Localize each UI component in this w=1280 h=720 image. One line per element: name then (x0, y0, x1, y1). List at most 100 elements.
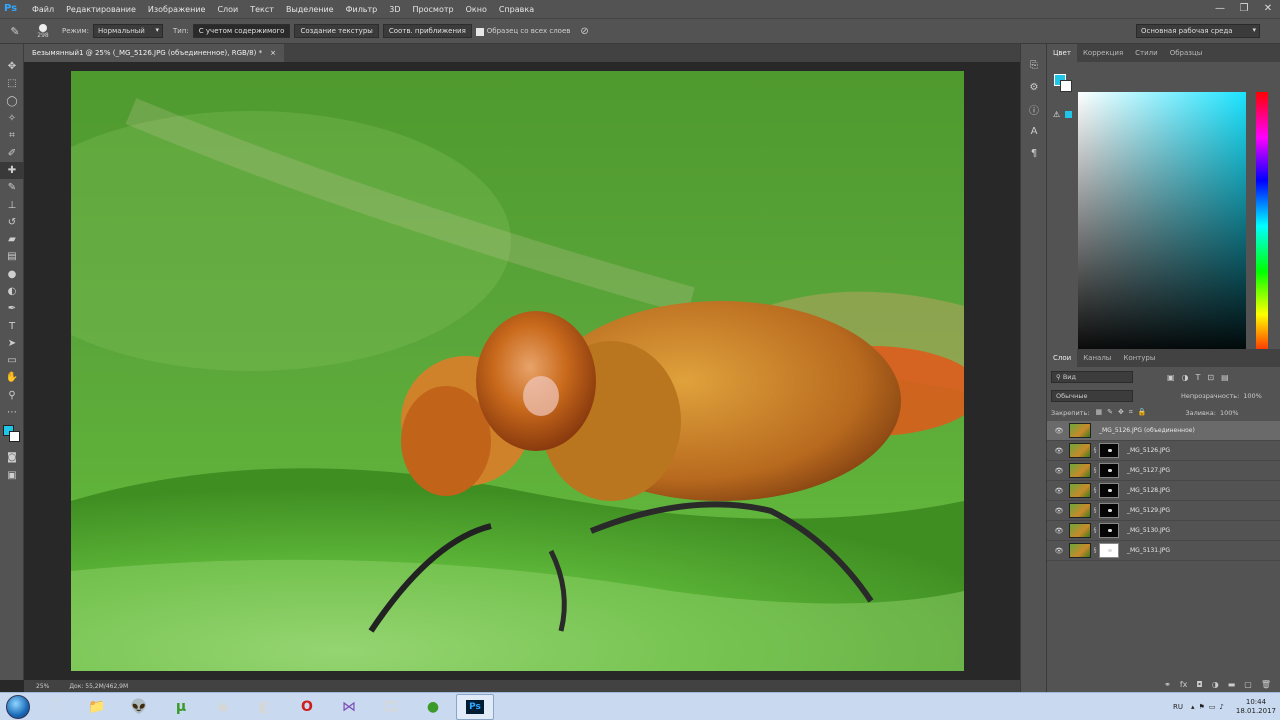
android-icon[interactable]: ● (414, 694, 452, 720)
media-app-icon[interactable]: 🎞 (372, 694, 410, 720)
tab-adjustments[interactable]: Коррекция (1077, 44, 1129, 62)
visibility-eye-icon[interactable]: 👁 (1051, 427, 1067, 435)
sample-all-checkbox[interactable] (475, 28, 484, 36)
layer-mask-thumbnail[interactable] (1099, 503, 1119, 518)
utorrent-icon[interactable]: µ (162, 694, 200, 720)
menu-image[interactable]: Изображение (142, 5, 212, 14)
info-panel-icon[interactable]: ⓘ (1021, 98, 1047, 120)
start-button[interactable] (0, 693, 36, 720)
layer-filter-icons[interactable]: ▣◑T⊡▤ (1167, 373, 1236, 382)
trash-icon[interactable]: 🗑 (1261, 680, 1271, 689)
crop-tool-icon[interactable]: ⌗ (0, 127, 24, 144)
visibility-eye-icon[interactable]: 👁 (1051, 547, 1067, 555)
layer-row[interactable]: 👁 § _MG_5127.JPG (1047, 461, 1280, 481)
visibility-eye-icon[interactable]: 👁 (1051, 467, 1067, 475)
layer-mask-thumbnail[interactable] (1099, 543, 1119, 558)
link-layers-icon[interactable]: ⚭ (1164, 680, 1171, 689)
menu-3d[interactable]: 3D (383, 5, 406, 14)
chrome-icon[interactable]: ◉ (204, 694, 242, 720)
link-chain-icon[interactable]: § (1091, 447, 1099, 454)
document-canvas-image[interactable] (71, 71, 964, 671)
workspace-select[interactable]: Основная рабочая среда (1136, 24, 1260, 38)
brush-preset-picker[interactable]: 298 (30, 23, 56, 39)
marquee-tool-icon[interactable]: ⬚ (0, 75, 24, 92)
menu-edit[interactable]: Редактирование (60, 5, 142, 14)
layer-filter-select[interactable]: ⚲ Вид (1051, 371, 1133, 383)
healing-brush-tool-icon[interactable]: ✚ (0, 161, 24, 180)
menu-view[interactable]: Просмотр (407, 5, 460, 14)
menu-layers[interactable]: Слои (211, 5, 244, 14)
new-group-icon[interactable]: ▬ (1228, 680, 1236, 689)
visibility-eye-icon[interactable]: 👁 (1051, 487, 1067, 495)
folder-icon[interactable]: 📁 (78, 694, 116, 720)
create-texture-button[interactable]: Создание текстуры (294, 24, 379, 38)
hand-tool-icon[interactable]: ✋ (0, 369, 24, 386)
move-tool-icon[interactable]: ✥ (0, 58, 24, 75)
eyedropper-tool-icon[interactable]: ✐ (0, 144, 24, 161)
layer-row[interactable]: 👁 § _MG_5131.JPG (1047, 541, 1280, 561)
visibility-eye-icon[interactable]: 👁 (1051, 447, 1067, 455)
menu-filter[interactable]: Фильтр (340, 5, 384, 14)
close-tab-icon[interactable]: × (270, 44, 276, 62)
layer-row[interactable]: 👁 § _MG_5130.JPG (1047, 521, 1280, 541)
background-color-swatch[interactable] (9, 431, 20, 443)
tab-color[interactable]: Цвет (1047, 44, 1077, 62)
photoshop-taskbar-icon[interactable]: Ps (456, 693, 494, 720)
menu-help[interactable]: Справка (493, 5, 540, 14)
layer-row[interactable]: 👁 § _MG_5126.JPG (1047, 441, 1280, 461)
tab-styles[interactable]: Стили (1129, 44, 1164, 62)
dodge-tool-icon[interactable]: ◐ (0, 283, 24, 300)
layer-mask-thumbnail[interactable] (1099, 443, 1119, 458)
add-mask-icon[interactable]: ◘ (1196, 680, 1202, 689)
minimize-icon[interactable]: — (1208, 0, 1232, 18)
hue-slider[interactable] (1256, 92, 1268, 360)
layer-style-icon[interactable]: fx (1180, 680, 1188, 689)
layer-mask-thumbnail[interactable] (1099, 463, 1119, 478)
visibility-eye-icon[interactable]: 👁 (1051, 507, 1067, 515)
link-chain-icon[interactable]: § (1091, 467, 1099, 474)
document-tab[interactable]: Безымянный1 @ 25% (_MG_5126.JPG (объедин… (24, 44, 284, 62)
file-manager-icon[interactable]: 🗋 (36, 694, 74, 720)
language-indicator[interactable]: RU (1173, 703, 1183, 711)
websafe-swatch[interactable] (1065, 111, 1072, 118)
lock-icons[interactable]: ▦✎✥⌗🔒 (1095, 408, 1151, 417)
close-icon[interactable]: ✕ (1256, 0, 1280, 18)
mode-select[interactable]: Нормальный (93, 24, 164, 38)
pressure-icon[interactable]: ⊘ (580, 26, 588, 37)
more-tools-icon[interactable]: ⋯ (0, 404, 24, 421)
clock[interactable]: 10:44 18.01.2017 (1236, 698, 1276, 716)
fill-value[interactable]: 100% (1220, 409, 1239, 417)
color-field[interactable] (1078, 92, 1246, 360)
pen-tool-icon[interactable]: ✒ (0, 300, 24, 317)
type-tool-icon[interactable]: T (0, 317, 24, 334)
healing-brush-icon[interactable]: ✎ (0, 25, 30, 38)
layer-mask-thumbnail[interactable] (1099, 523, 1119, 538)
quick-mask-icon[interactable]: ◙ (0, 449, 24, 466)
layer-row[interactable]: 👁 § _MG_5128.JPG (1047, 481, 1280, 501)
opacity-value[interactable]: 100% (1243, 392, 1262, 400)
maximize-icon[interactable]: ❐ (1232, 0, 1256, 18)
zoom-tool-icon[interactable]: ⚲ (0, 387, 24, 404)
path-select-tool-icon[interactable]: ➤ (0, 335, 24, 352)
content-aware-button[interactable]: С учетом содержимого (192, 24, 291, 38)
clone-stamp-tool-icon[interactable]: ⊥ (0, 196, 24, 213)
zoom-level[interactable]: 25% (36, 683, 49, 690)
alien-app-icon[interactable]: 👽 (120, 694, 158, 720)
blend-mode-select[interactable]: Обычные (1051, 389, 1133, 402)
brush-tool-icon[interactable]: ✎ (0, 179, 24, 196)
eraser-tool-icon[interactable]: ▰ (0, 231, 24, 248)
opera-icon[interactable]: O (288, 694, 326, 720)
properties-panel-icon[interactable]: ⚙ (1021, 76, 1047, 98)
link-chain-icon[interactable]: § (1091, 527, 1099, 534)
lasso-tool-icon[interactable]: ◯ (0, 93, 24, 110)
tab-channels[interactable]: Каналы (1077, 349, 1117, 367)
menu-type[interactable]: Текст (244, 5, 280, 14)
tab-layers[interactable]: Слои (1047, 349, 1078, 367)
history-panel-icon[interactable]: ⎘ (1021, 54, 1047, 76)
layer-mask-thumbnail[interactable] (1099, 483, 1119, 498)
visibility-eye-icon[interactable]: 👁 (1051, 527, 1067, 535)
app-cube-icon[interactable]: ◧ (246, 694, 284, 720)
character-panel-icon[interactable]: A (1021, 120, 1047, 142)
quick-select-tool-icon[interactable]: ✧ (0, 110, 24, 127)
paragraph-panel-icon[interactable]: ¶ (1021, 142, 1047, 164)
